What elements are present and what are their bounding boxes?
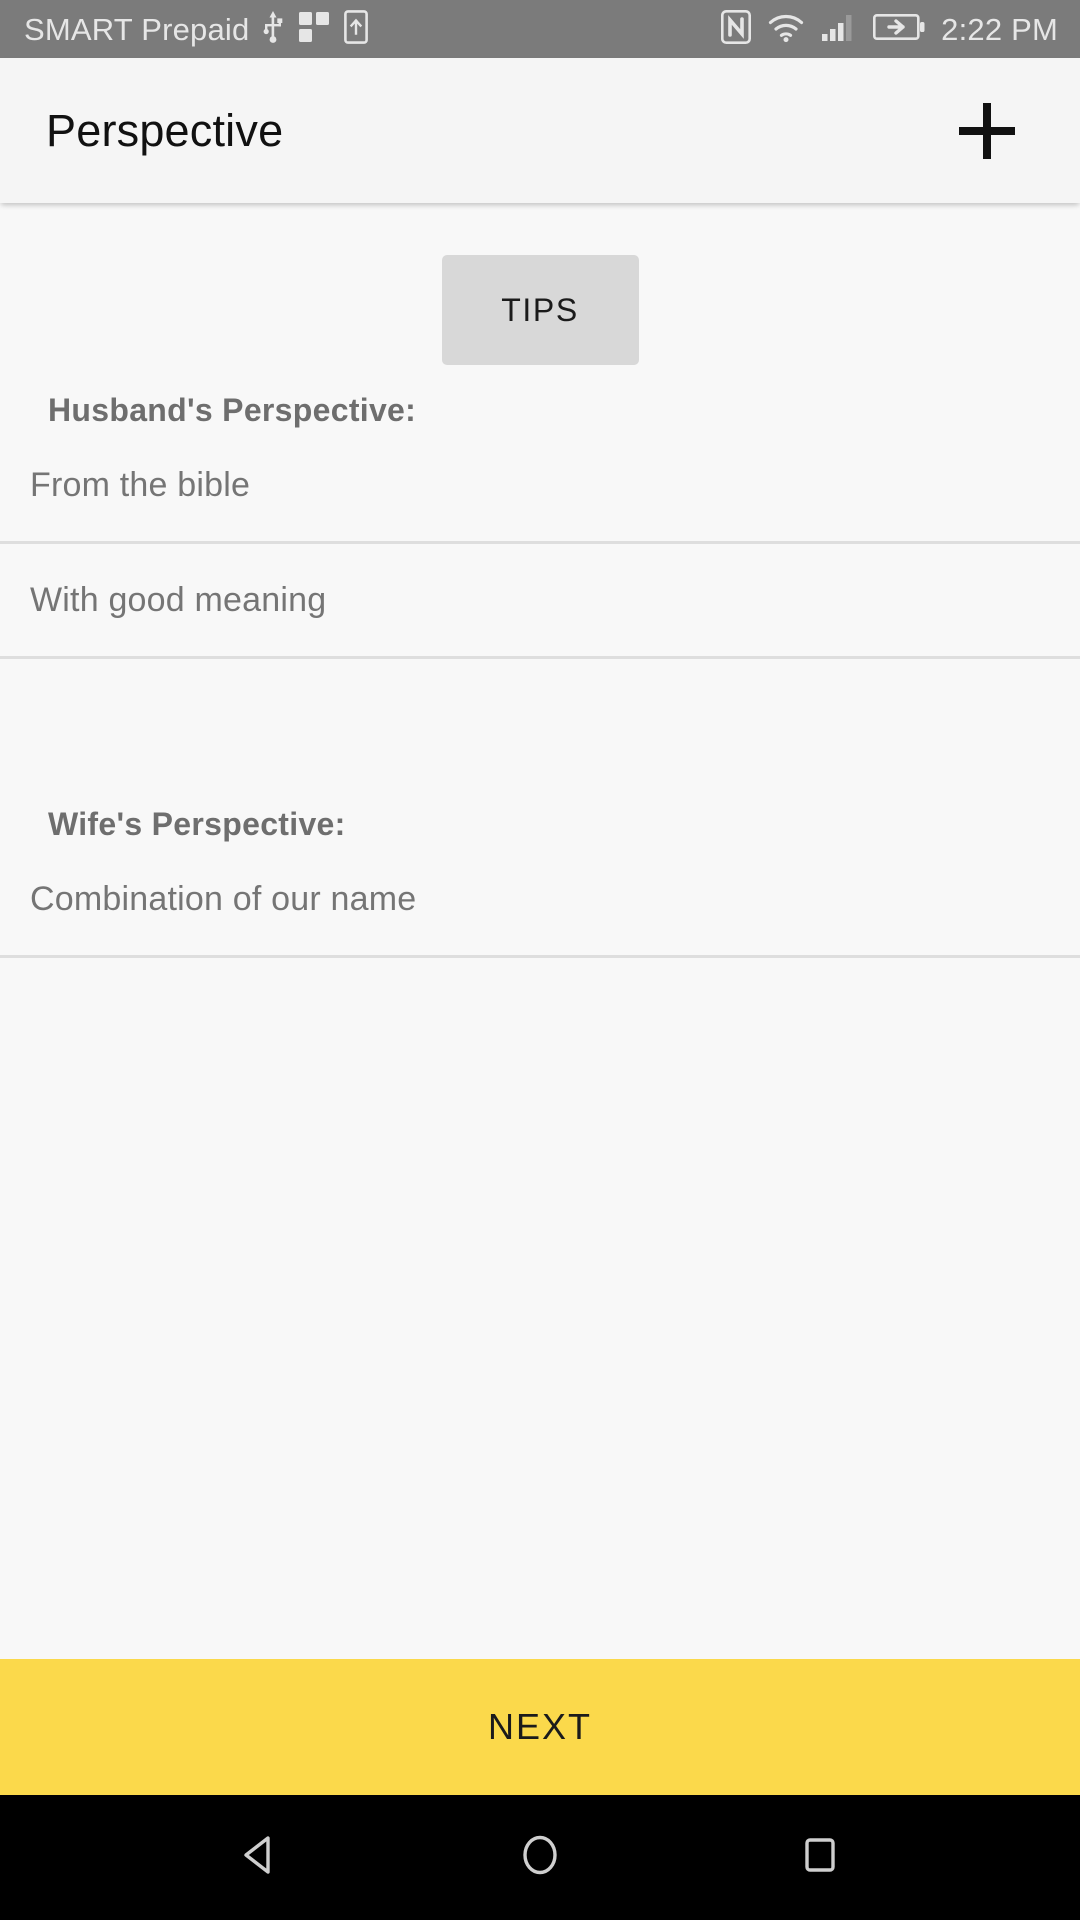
clock-label: 2:22 PM bbox=[941, 11, 1058, 47]
page-title: Perspective bbox=[46, 104, 284, 156]
back-triangle-icon bbox=[234, 1829, 286, 1886]
status-bar-left: SMART Prepaid bbox=[24, 9, 369, 49]
app-bar: Perspective bbox=[0, 58, 1080, 203]
usb-icon bbox=[262, 10, 284, 49]
section-header-husband: Husband's Perspective: bbox=[48, 392, 417, 428]
status-bar-right: 2:22 PM bbox=[721, 9, 1058, 49]
screenshot-upload-icon bbox=[344, 9, 369, 49]
list-item[interactable]: With good meaning bbox=[0, 544, 1080, 656]
add-button[interactable] bbox=[944, 88, 1030, 174]
app-root: SMART Prepaid 2:22 PM Perspective TIPS H… bbox=[0, 0, 1080, 1920]
tips-row: TIPS bbox=[0, 203, 1080, 365]
plus-icon-vertical bbox=[983, 102, 991, 159]
content-area: TIPS Husband's Perspective: From the bib… bbox=[0, 203, 1080, 1659]
recents-square-icon bbox=[794, 1829, 846, 1886]
carrier-label: SMART Prepaid bbox=[24, 11, 250, 47]
list-item[interactable]: Combination of our name bbox=[0, 843, 1080, 955]
battery-charging-icon bbox=[873, 12, 925, 47]
cellular-signal-icon bbox=[821, 12, 857, 47]
wifi-icon bbox=[767, 11, 805, 48]
section-header-wife: Wife's Perspective: bbox=[48, 806, 346, 842]
next-button[interactable]: NEXT bbox=[0, 1659, 1080, 1795]
screen-cast-icon bbox=[297, 10, 331, 49]
back-button[interactable] bbox=[205, 1803, 315, 1913]
home-circle-icon bbox=[514, 1829, 566, 1886]
tips-button[interactable]: TIPS bbox=[441, 255, 639, 365]
content-filler bbox=[0, 958, 1080, 1659]
home-button[interactable] bbox=[485, 1803, 595, 1913]
recents-button[interactable] bbox=[765, 1803, 875, 1913]
system-nav-bar bbox=[0, 1795, 1080, 1920]
list-item[interactable]: From the bible bbox=[0, 429, 1080, 541]
nfc-icon bbox=[721, 9, 752, 49]
status-bar: SMART Prepaid 2:22 PM bbox=[0, 0, 1080, 58]
